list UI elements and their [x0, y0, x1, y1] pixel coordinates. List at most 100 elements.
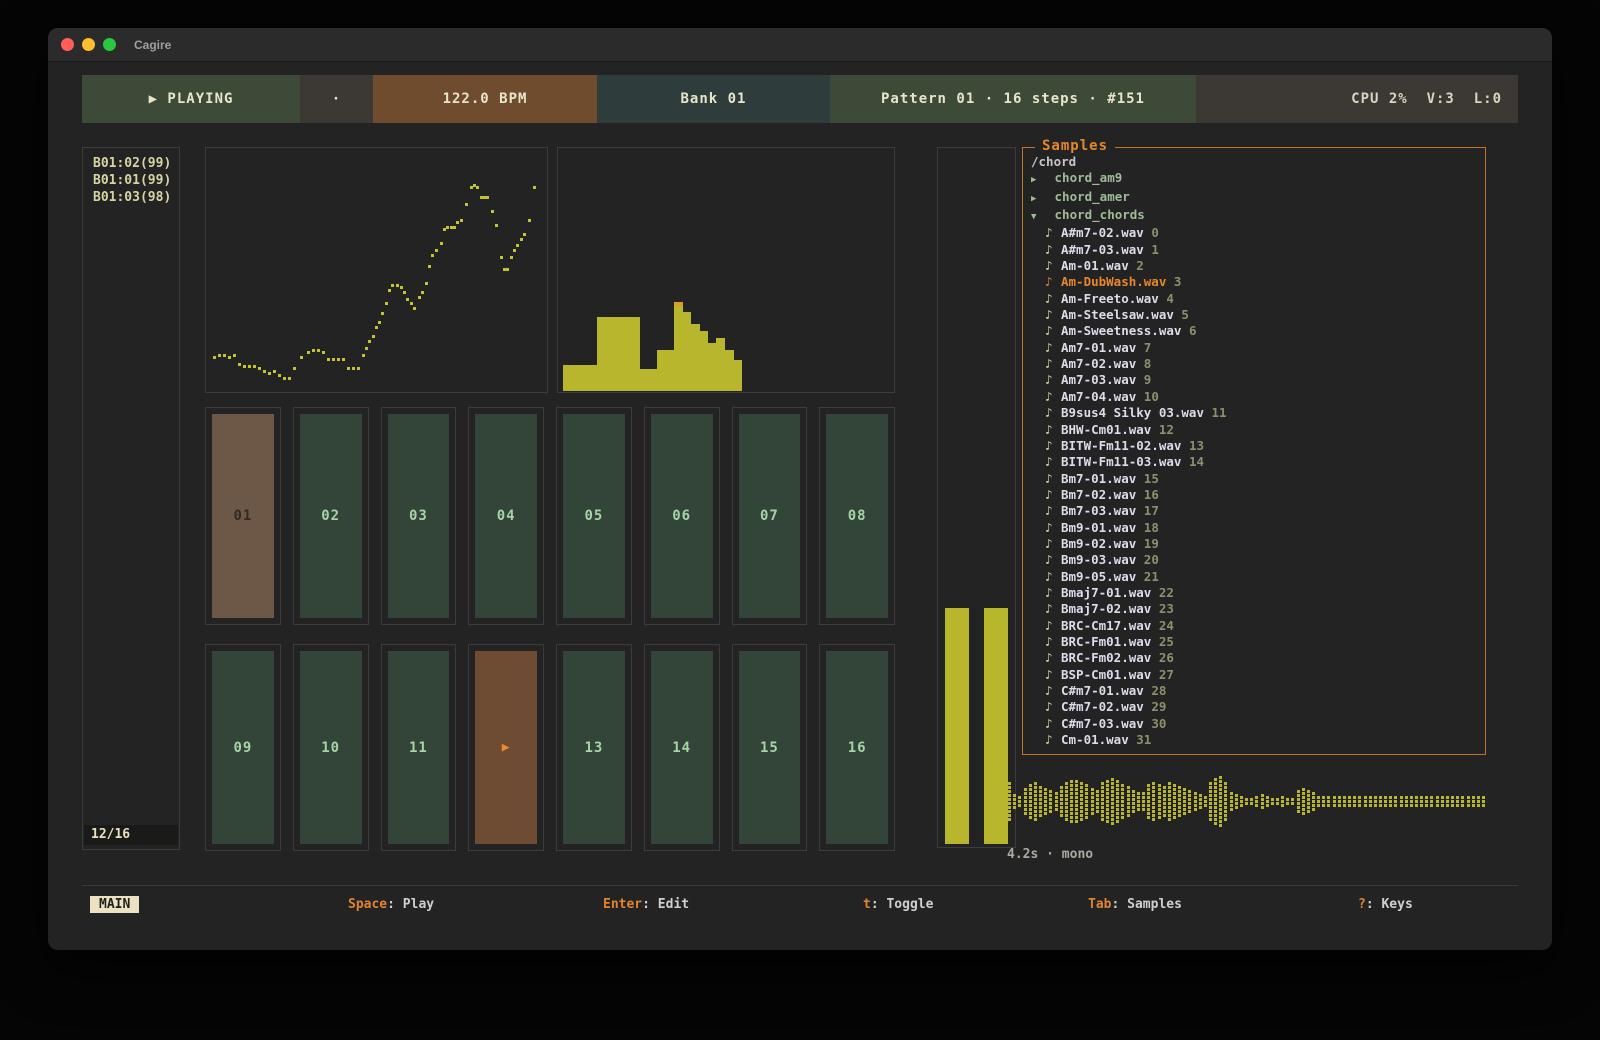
file-item[interactable]: ♪BRC-Cm17.wav 24: [1031, 618, 1481, 634]
close-window-button[interactable]: [61, 38, 74, 51]
file-item[interactable]: ♪BRC-Fm02.wav 26: [1031, 650, 1481, 666]
waveform-column: [1327, 796, 1330, 808]
file-item[interactable]: ♪Bm9-05.wav 21: [1031, 569, 1481, 585]
shortcut-key: ?: [1358, 897, 1366, 912]
scatter-point: [322, 351, 325, 354]
file-item[interactable]: ♪Am-Sweetness.wav 6: [1031, 323, 1481, 339]
waveform-column: [1436, 796, 1439, 808]
file-item[interactable]: ♪BHW-Cm01.wav 12: [1031, 422, 1481, 438]
file-item[interactable]: ♪A#m7-02.wav 0: [1031, 225, 1481, 241]
pad-15-cell: 15: [732, 644, 808, 851]
file-item[interactable]: ♪C#m7-03.wav 30: [1031, 716, 1481, 732]
file-name: Bm7-02.wav: [1061, 487, 1136, 502]
pad-15[interactable]: 15: [739, 651, 801, 844]
zoom-window-button[interactable]: [103, 38, 116, 51]
pad-02[interactable]: 02: [300, 414, 362, 618]
file-index: 15: [1136, 471, 1159, 486]
file-index: 6: [1181, 323, 1196, 338]
file-item[interactable]: ♪Am-DubWash.wav 3: [1031, 274, 1481, 290]
folder-expanded-icon: ▼: [1031, 209, 1047, 225]
file-item[interactable]: ♪B9sus4 Silky 03.wav 11: [1031, 405, 1481, 421]
scatter-point: [378, 321, 381, 324]
file-item[interactable]: ♪Bm7-01.wav 15: [1031, 471, 1481, 487]
file-item[interactable]: ♪Bm9-01.wav 18: [1031, 520, 1481, 536]
pad-10[interactable]: 10: [300, 651, 362, 844]
music-note-icon: ♪: [1045, 569, 1061, 585]
file-item[interactable]: ♪Am-Steelsaw.wav 5: [1031, 307, 1481, 323]
pad-05[interactable]: 05: [563, 414, 625, 618]
file-item[interactable]: ♪C#m7-02.wav 29: [1031, 699, 1481, 715]
file-name: A#m7-03.wav: [1061, 242, 1144, 257]
waveform-column: [1101, 782, 1104, 822]
scatter-point: [312, 349, 315, 352]
voice-item: B01:02(99): [83, 155, 179, 172]
file-item[interactable]: ♪Bmaj7-01.wav 22: [1031, 585, 1481, 601]
pad-11[interactable]: 11: [388, 651, 450, 844]
folder-collapsed-icon: ▶: [1031, 172, 1047, 188]
pad-13[interactable]: 13: [563, 651, 625, 844]
file-item[interactable]: ♪Bm9-03.wav 20: [1031, 552, 1481, 568]
pad-07[interactable]: 07: [739, 414, 801, 618]
pad-03[interactable]: 03: [388, 414, 450, 618]
file-item[interactable]: ♪BRC-Fm01.wav 25: [1031, 634, 1481, 650]
folder-item[interactable]: ▶ chord_amer: [1031, 189, 1481, 207]
waveform-display: [1003, 763, 1487, 841]
pad-16[interactable]: 16: [826, 651, 888, 844]
scatter-point: [233, 354, 236, 357]
file-item[interactable]: ♪BITW-Fm11-03.wav 14: [1031, 454, 1481, 470]
waveform-column: [1358, 796, 1361, 808]
waveform-column: [1049, 790, 1052, 814]
folder-item[interactable]: ▶ chord_am9: [1031, 170, 1481, 188]
app-window: Cagire ▶ PLAYING·122.0 BPMBank 01Pattern…: [48, 28, 1552, 950]
file-index: 1: [1144, 242, 1159, 257]
music-note-icon: ♪: [1045, 307, 1061, 323]
pad-12[interactable]: ▶: [475, 651, 537, 844]
pad-14[interactable]: 14: [651, 651, 713, 844]
waveform-column: [1147, 784, 1150, 820]
file-name: A#m7-02.wav: [1061, 225, 1144, 240]
folder-item[interactable]: ▼ chord_chords: [1031, 207, 1481, 225]
scatter-point: [406, 298, 409, 301]
waveform-column: [1441, 796, 1444, 808]
music-note-icon: ♪: [1045, 503, 1061, 519]
waveform-column: [1008, 782, 1011, 822]
file-item[interactable]: ♪Bmaj7-02.wav 23: [1031, 601, 1481, 617]
file-item[interactable]: ♪C#m7-01.wav 28: [1031, 683, 1481, 699]
pad-01[interactable]: 01: [212, 414, 274, 618]
music-note-icon: ♪: [1045, 340, 1061, 356]
pad-09[interactable]: 09: [212, 651, 274, 844]
file-item[interactable]: ♪Am7-02.wav 8: [1031, 356, 1481, 372]
file-item[interactable]: ♪Am7-04.wav 10: [1031, 389, 1481, 405]
samples-panel-title: Samples: [1035, 138, 1115, 154]
file-item[interactable]: ♪Bm9-02.wav 19: [1031, 536, 1481, 552]
file-item[interactable]: ♪A#m7-03.wav 1: [1031, 242, 1481, 258]
scatter-point: [418, 296, 421, 299]
file-item[interactable]: ♪Am7-01.wav 7: [1031, 340, 1481, 356]
file-item[interactable]: ♪Bm7-02.wav 16: [1031, 487, 1481, 503]
scatter-point: [403, 291, 406, 294]
shortcut-action: : Samples: [1111, 897, 1181, 912]
file-index: 23: [1151, 601, 1174, 616]
scatter-point: [523, 233, 526, 236]
pad-04[interactable]: 04: [475, 414, 537, 618]
file-item[interactable]: ♪Cm-01.wav 31: [1031, 732, 1481, 748]
waveform-column: [1472, 796, 1475, 808]
pad-08[interactable]: 08: [826, 414, 888, 618]
file-item[interactable]: ♪Am7-03.wav 9: [1031, 372, 1481, 388]
scatter-point: [385, 302, 388, 305]
pattern-display: Pattern 01 · 16 steps · #151: [830, 75, 1196, 123]
waveform-column: [1446, 796, 1449, 808]
file-item[interactable]: ♪BITW-Fm11-02.wav 13: [1031, 438, 1481, 454]
samples-file-list[interactable]: /chord▶ chord_am9▶ chord_amer▼ chord_cho…: [1031, 154, 1481, 750]
file-item[interactable]: ♪BSP-Cm01.wav 27: [1031, 667, 1481, 683]
file-name: Am7-04.wav: [1061, 389, 1136, 404]
file-item[interactable]: ♪Am-01.wav 2: [1031, 258, 1481, 274]
file-item[interactable]: ♪Am-Freeto.wav 4: [1031, 291, 1481, 307]
waveform-column: [1230, 792, 1233, 812]
file-index: 10: [1136, 389, 1159, 404]
scatter-point: [317, 349, 320, 352]
file-item[interactable]: ♪Bm7-03.wav 17: [1031, 503, 1481, 519]
minimize-window-button[interactable]: [82, 38, 95, 51]
pad-06[interactable]: 06: [651, 414, 713, 618]
music-note-icon: ♪: [1045, 716, 1061, 732]
